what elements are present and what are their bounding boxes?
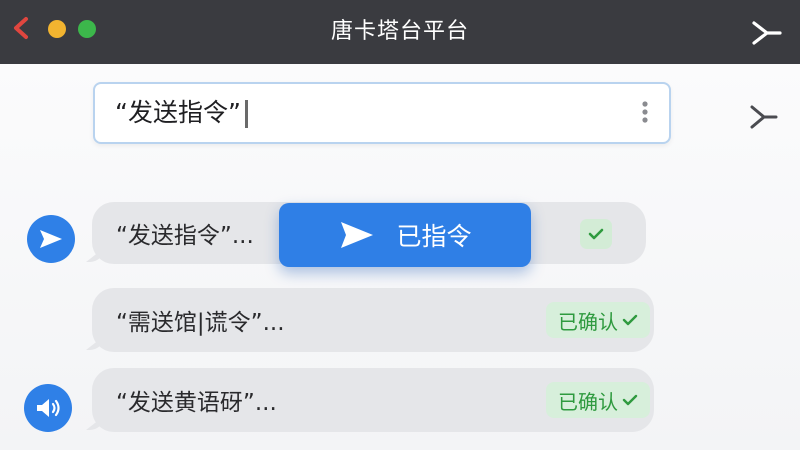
window-title: 唐卡塔台平台 [330, 19, 469, 44]
title-bar: 唐卡塔台平台 [0, 0, 800, 64]
more-vertical-icon[interactable] [641, 100, 649, 124]
check-icon [622, 394, 638, 406]
message-bubble[interactable]: “需送馆|谎令”... 已确认 [92, 288, 654, 352]
check-icon [580, 219, 612, 249]
speaker-icon [37, 399, 60, 417]
text-caret [244, 100, 248, 128]
status-badge: 已确认 [546, 302, 650, 338]
check-icon [622, 314, 638, 326]
send-icon [40, 230, 62, 248]
command-input-value: “发送指令” [115, 98, 241, 127]
message-text: “需送馆|谎令”... [116, 310, 285, 336]
status-label: 已确认 [558, 389, 618, 414]
send-avatar [27, 215, 75, 263]
send-icon[interactable] [750, 18, 784, 48]
status-badge: 已确认 [546, 382, 650, 418]
message-text: “发送指令”... [116, 223, 254, 249]
speaker-avatar [24, 384, 72, 432]
command-input-text: “发送指令” [115, 84, 248, 142]
message-text: “发送黄语砑”... [116, 390, 277, 416]
sent-toast[interactable]: 已指令 [279, 203, 531, 267]
message-bubble[interactable]: “发送黄语砑”... 已确认 [92, 368, 654, 432]
send-icon [341, 222, 374, 248]
status-label: 已确认 [558, 309, 618, 334]
send-icon[interactable] [748, 102, 780, 132]
toast-label: 已指令 [396, 222, 472, 251]
command-input[interactable]: “发送指令” [93, 82, 671, 144]
